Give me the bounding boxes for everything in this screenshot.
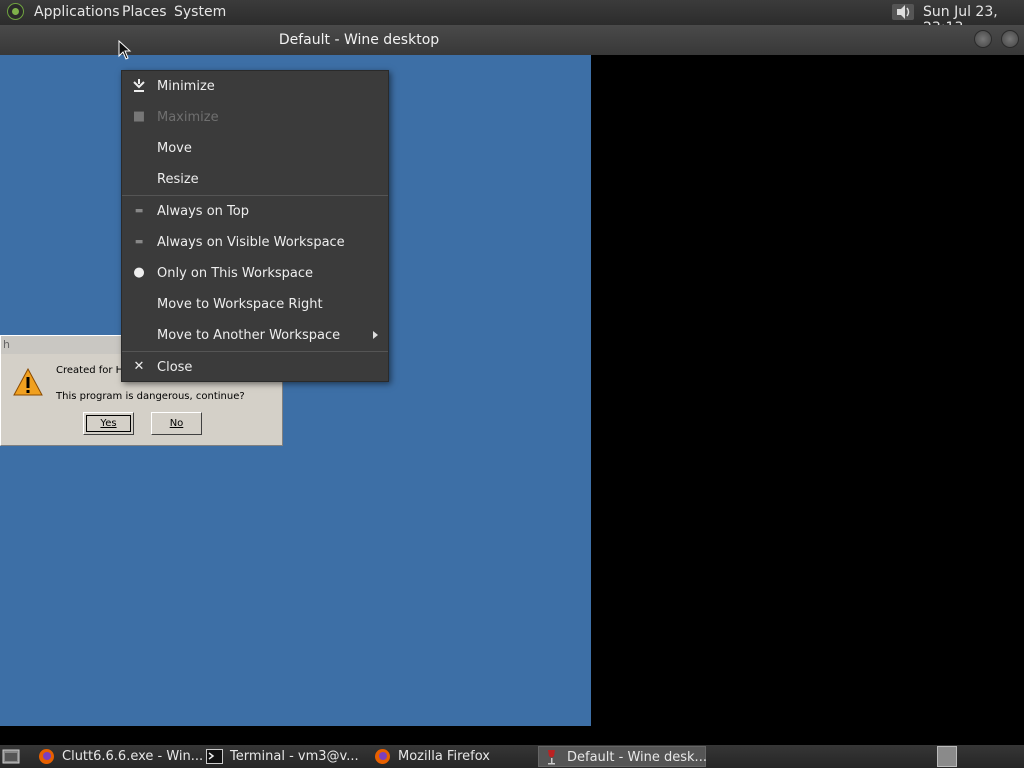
applications-menu[interactable]: Applications <box>34 4 120 20</box>
menu-item-move-workspace-right[interactable]: Move to Workspace Right <box>122 289 388 320</box>
mouse-cursor-icon <box>118 40 132 60</box>
menu-item-label: Always on Visible Workspace <box>157 235 345 250</box>
menu-item-label: Resize <box>157 172 199 187</box>
radio-selected-icon: ● <box>133 265 145 280</box>
menu-item-always-on-top[interactable]: ▬ Always on Top <box>122 196 388 227</box>
taskbar-item-terminal[interactable]: Terminal - vm3@v... <box>206 746 366 767</box>
empty-window-area <box>591 55 1024 745</box>
menu-item-label: Maximize <box>157 110 219 125</box>
window-titlebar[interactable]: Default - Wine desktop <box>0 25 1024 55</box>
menu-item-only-this-workspace[interactable]: ● Only on This Workspace <box>122 258 388 289</box>
speaker-icon[interactable] <box>892 2 914 22</box>
taskbar-item-wine-desktop[interactable]: Default - Wine desk... <box>538 746 707 767</box>
maximize-icon: ■ <box>132 109 146 124</box>
taskbar-item-clutt[interactable]: Clutt6.6.6.exe - Win... <box>38 746 203 767</box>
taskbar-item-label: Mozilla Firefox <box>398 749 490 764</box>
wine-icon <box>548 750 555 765</box>
menu-item-move-another-workspace[interactable]: Move to Another Workspace <box>122 320 388 351</box>
taskbar-item-label: Terminal - vm3@v... <box>230 749 359 764</box>
dialog-message-line2: This program is dangerous, continue? <box>56 391 245 402</box>
check-unset-icon: ▬ <box>134 206 144 216</box>
menu-item-maximize: ■ Maximize <box>122 102 388 133</box>
yes-button[interactable]: Yes <box>83 412 134 435</box>
menu-item-label: Close <box>157 360 193 375</box>
top-panel: Applications Places System Sun Jul 23, 2… <box>0 0 1024 36</box>
menu-item-resize[interactable]: Resize <box>122 164 388 195</box>
window-context-menu: Minimize ■ Maximize Move Resize ▬ Always… <box>121 70 389 382</box>
menu-item-label: Move <box>157 141 192 156</box>
distro-menu-icon[interactable] <box>7 3 24 20</box>
menu-item-label: Move to Workspace Right <box>157 297 323 312</box>
wine-tray-icon[interactable] <box>937 746 957 767</box>
menu-item-minimize[interactable]: Minimize <box>122 71 388 102</box>
menu-item-always-on-visible-workspace[interactable]: ▬ Always on Visible Workspace <box>122 227 388 258</box>
menu-item-label: Minimize <box>157 79 215 94</box>
menu-item-move[interactable]: Move <box>122 133 388 164</box>
show-desktop-icon[interactable] <box>2 748 20 765</box>
menu-item-label: Move to Another Workspace <box>157 328 341 343</box>
maximize-window-button[interactable] <box>1001 30 1019 48</box>
submenu-arrow-icon <box>373 331 378 339</box>
dialog-message-line1: Created for H <box>56 365 124 376</box>
no-button[interactable]: No <box>151 412 202 435</box>
bottom-panel: Clutt6.6.6.exe - Win... Terminal - vm3@v… <box>0 745 1024 768</box>
menu-item-label: Only on This Workspace <box>157 266 313 281</box>
minimize-icon <box>133 79 145 92</box>
menu-item-label: Always on Top <box>157 204 249 219</box>
radio-unset-icon: ▬ <box>134 237 144 247</box>
minimize-window-button[interactable] <box>974 30 992 48</box>
taskbar-item-label: Default - Wine desk... <box>567 750 707 765</box>
warning-icon <box>13 368 43 396</box>
firefox-icon <box>39 749 54 764</box>
firefox-icon <box>375 749 390 764</box>
window-title: Default - Wine desktop <box>278 32 440 48</box>
places-menu[interactable]: Places <box>122 4 167 20</box>
taskbar-item-firefox[interactable]: Mozilla Firefox <box>374 746 534 767</box>
menu-item-close[interactable]: ✕ Close <box>122 352 388 383</box>
terminal-icon <box>206 749 223 764</box>
taskbar-item-label: Clutt6.6.6.exe - Win... <box>62 749 204 764</box>
system-menu[interactable]: System <box>174 4 226 20</box>
close-icon: ✕ <box>133 359 145 374</box>
